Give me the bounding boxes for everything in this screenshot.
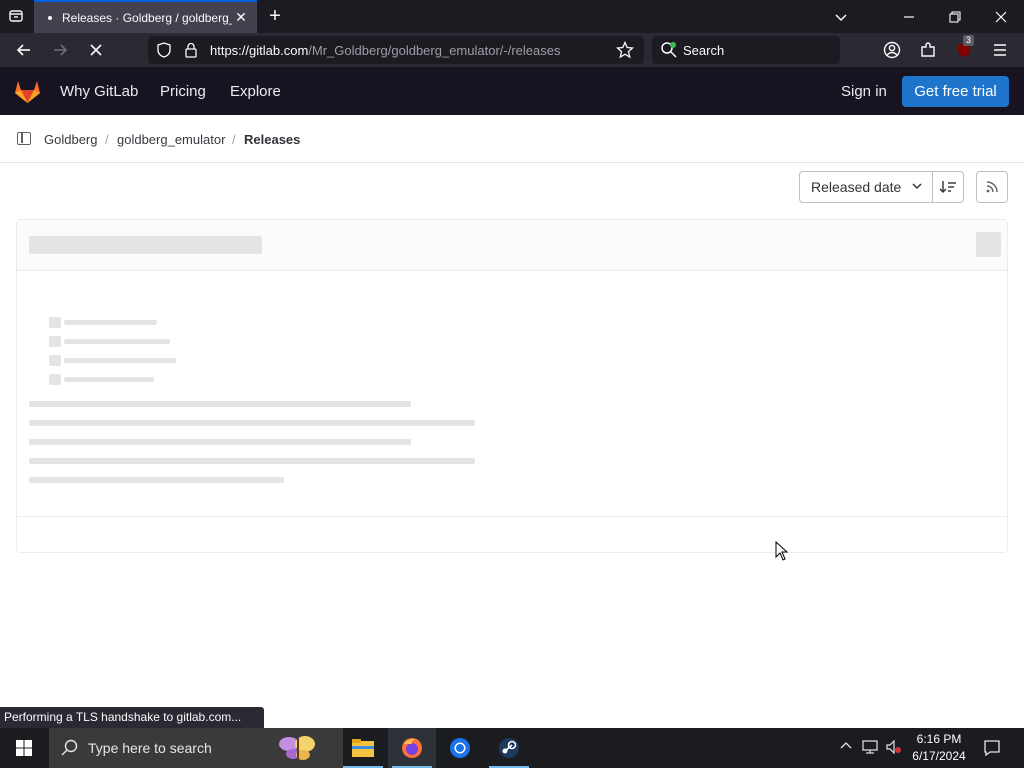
minimize-window-button[interactable] <box>886 0 932 33</box>
tracking-protection-shield-icon[interactable] <box>156 42 172 63</box>
skeleton-asset-line <box>64 358 176 363</box>
tab-list-icon[interactable] <box>6 6 26 26</box>
taskbar-search-box[interactable]: Type here to search <box>49 728 343 768</box>
nav-pricing[interactable]: Pricing <box>160 83 206 100</box>
rss-feed-button[interactable] <box>976 171 1008 203</box>
breadcrumb: Goldberg / goldberg_emulator / Releases <box>0 115 1024 163</box>
release-card-skeleton <box>16 219 1008 553</box>
skeleton-asset-icon <box>49 374 61 385</box>
url-path: /Mr_Goldberg/goldberg_emulator/-/release… <box>308 43 561 58</box>
folder-icon <box>352 739 374 757</box>
taskbar-chromium[interactable] <box>436 728 484 768</box>
get-free-trial-button[interactable]: Get free trial <box>902 76 1009 107</box>
windows-start-button[interactable] <box>0 728 48 768</box>
taskbar-file-explorer[interactable] <box>339 728 387 768</box>
tab-title: Releases · Goldberg / goldberg_e <box>62 10 232 25</box>
show-hidden-icons-icon[interactable] <box>840 740 852 755</box>
skeleton-asset-line <box>64 339 170 344</box>
skeleton-action <box>976 232 1001 257</box>
stop-loading-icon[interactable] <box>84 38 108 62</box>
search-engine-icon <box>660 41 678 64</box>
taskbar-firefox[interactable] <box>388 728 436 768</box>
search-icon <box>61 739 79 762</box>
steam-icon <box>499 738 519 758</box>
browser-toolbar: https://gitlab.com/Mr_Goldberg/goldberg_… <box>0 33 1024 67</box>
nav-explore[interactable]: Explore <box>230 83 281 100</box>
hamburger-menu-icon[interactable] <box>988 38 1012 62</box>
address-bar[interactable]: https://gitlab.com/Mr_Goldberg/goldberg_… <box>148 36 644 64</box>
url-host: https://gitlab.com <box>210 43 309 58</box>
sidebar-toggle-icon[interactable] <box>17 132 31 145</box>
skeleton-text-line <box>29 420 475 426</box>
clock-date: 6/17/2024 <box>912 749 966 763</box>
sign-in-link[interactable]: Sign in <box>841 83 887 100</box>
windows-logo-icon <box>16 740 32 756</box>
skeleton-text-line <box>29 439 411 445</box>
search-placeholder: Search <box>683 43 725 58</box>
rss-icon <box>986 181 998 193</box>
mouse-cursor-icon <box>775 540 789 566</box>
skeleton-asset-icon <box>49 336 61 347</box>
close-window-button[interactable] <box>978 0 1024 33</box>
breadcrumb-goldberg[interactable]: Goldberg <box>44 132 97 147</box>
skeleton-asset-icon <box>49 355 61 366</box>
close-tab-icon[interactable]: ✕ <box>233 9 249 25</box>
breadcrumb-project[interactable]: goldberg_emulator <box>117 132 225 147</box>
browser-status-text: Performing a TLS handshake to gitlab.com… <box>0 707 264 728</box>
windows-taskbar: Type here to search 6:16 PM 6/17/2024 <box>0 728 1024 768</box>
list-all-tabs-icon[interactable] <box>818 0 864 33</box>
taskbar-search-placeholder: Type here to search <box>88 740 212 756</box>
bookmark-star-icon[interactable] <box>615 40 635 64</box>
taskbar-clock[interactable]: 6:16 PM 6/17/2024 <box>910 731 968 765</box>
firefox-icon <box>402 738 422 758</box>
search-highlight-butterfly-icon <box>269 730 325 771</box>
chevron-down-icon <box>911 180 923 195</box>
sort-by-selected: Released date <box>811 179 902 195</box>
url-text[interactable]: https://gitlab.com/Mr_Goldberg/goldberg_… <box>210 43 560 58</box>
release-card-footer <box>17 516 1007 552</box>
breadcrumb-separator: / <box>232 132 236 147</box>
skeleton-text-line <box>29 401 411 407</box>
taskbar-steam[interactable] <box>485 728 533 768</box>
network-icon[interactable] <box>862 740 878 757</box>
notifications-icon[interactable] <box>983 739 1001 760</box>
release-card-header <box>17 220 1007 271</box>
new-tab-button[interactable]: + <box>264 6 286 28</box>
loading-dot-icon <box>48 15 52 20</box>
skeleton-text-line <box>29 477 284 483</box>
account-icon[interactable] <box>880 38 904 62</box>
gitlab-logo-icon[interactable] <box>14 78 41 109</box>
gitlab-top-nav: Why GitLab Pricing Explore Sign in Get f… <box>0 67 1024 115</box>
extension-badge: 3 <box>963 35 975 46</box>
chromium-icon <box>450 738 470 758</box>
volume-muted-icon[interactable] <box>886 739 902 757</box>
nav-why-gitlab[interactable]: Why GitLab <box>60 83 138 100</box>
breadcrumb-releases[interactable]: Releases <box>244 132 300 147</box>
extensions-puzzle-icon[interactable] <box>916 38 940 62</box>
search-box[interactable]: Search <box>652 36 840 64</box>
sort-lowest-icon <box>939 181 956 193</box>
sort-by-dropdown[interactable]: Released date <box>799 171 933 203</box>
clock-time: 6:16 PM <box>916 732 962 746</box>
breadcrumb-separator: / <box>105 132 109 147</box>
active-tab[interactable]: Releases · Goldberg / goldberg_e ✕ <box>34 0 257 33</box>
forward-arrow-icon[interactable] <box>48 38 72 62</box>
skeleton-asset-icon <box>49 317 61 328</box>
browser-tab-bar: Releases · Goldberg / goldberg_e ✕ + <box>0 0 1024 33</box>
skeleton-asset-line <box>64 320 157 325</box>
lock-icon[interactable] <box>184 42 198 63</box>
restore-window-button[interactable] <box>932 0 978 33</box>
ublock-extension-icon[interactable]: 3 <box>952 35 976 62</box>
skeleton-asset-line <box>64 377 154 382</box>
skeleton-text-line <box>29 458 475 464</box>
sort-direction-button[interactable] <box>932 171 964 203</box>
skeleton-title <box>29 236 262 254</box>
back-arrow-icon[interactable] <box>12 38 36 62</box>
